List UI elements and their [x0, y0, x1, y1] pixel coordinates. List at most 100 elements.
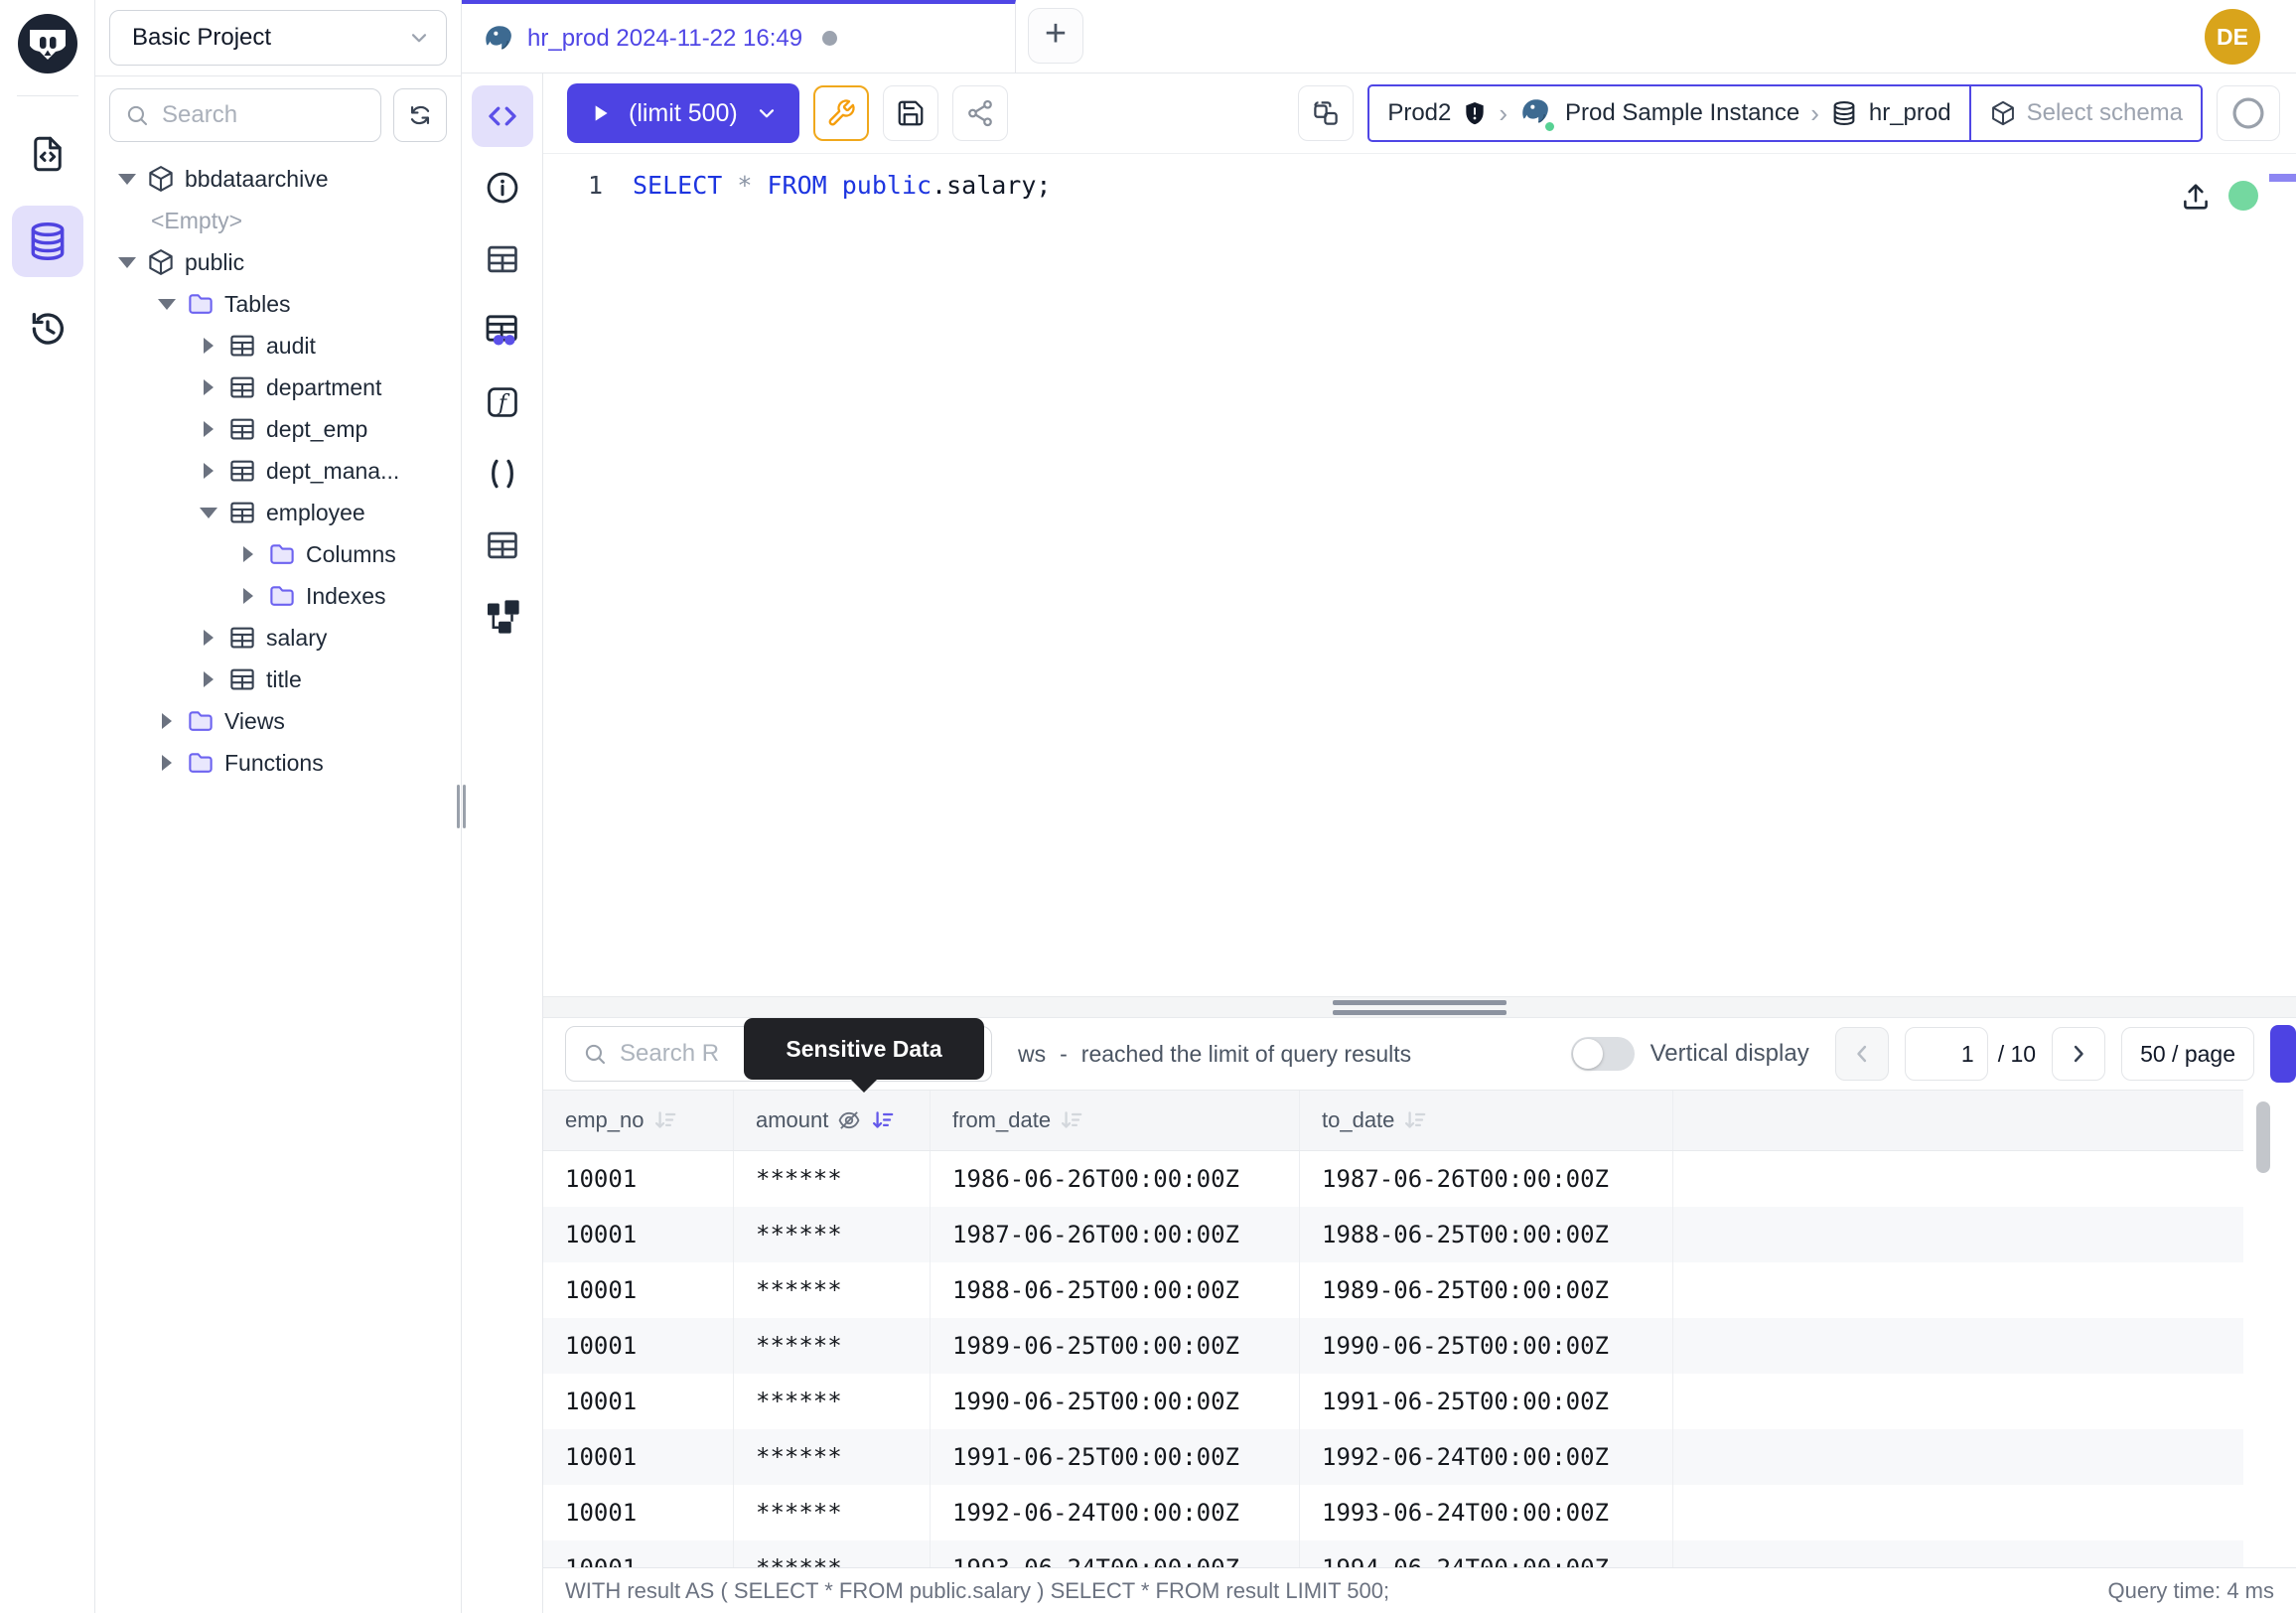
sort-icon[interactable] — [1059, 1107, 1084, 1133]
chevron-right-icon[interactable] — [199, 671, 218, 687]
line-number: 1 — [543, 164, 633, 208]
table-row[interactable]: 10001******1992-06-24T00:00:00Z1993-06-2… — [543, 1485, 2243, 1540]
save-button[interactable] — [883, 85, 938, 141]
chevron-down-icon[interactable] — [117, 257, 137, 268]
chevron-right-icon[interactable] — [199, 630, 218, 646]
status-bar: WITH result AS ( SELECT * FROM public.sa… — [543, 1567, 2296, 1613]
chevron-right-icon[interactable] — [199, 338, 218, 354]
chevron-down-icon[interactable] — [199, 508, 218, 518]
procedures-panel-icon[interactable] — [480, 451, 525, 497]
column-header-from-date[interactable]: from_date — [931, 1091, 1300, 1150]
table-row[interactable]: 10001******1986-06-26T00:00:00Z1987-06-2… — [543, 1151, 2243, 1207]
tree-item-audit[interactable]: audit — [109, 325, 447, 367]
avatar[interactable]: DE — [2205, 9, 2260, 65]
format-wrench-button[interactable] — [813, 85, 869, 141]
chevron-right-icon[interactable] — [238, 546, 258, 562]
sensitive-data-tooltip: Sensitive Data — [744, 1018, 984, 1080]
project-selector[interactable]: Basic Project — [109, 10, 447, 66]
schema-diagram-icon[interactable] — [480, 594, 525, 640]
tree-item-views[interactable]: Views — [109, 700, 447, 742]
sort-icon[interactable] — [1402, 1107, 1428, 1133]
table-row[interactable]: 10001******1989-06-25T00:00:00Z1990-06-2… — [543, 1318, 2243, 1374]
tree-item-department[interactable]: department — [109, 367, 447, 408]
tree-item-dept-manager[interactable]: dept_mana... — [109, 450, 447, 492]
schema-placeholder: Select schema — [2027, 99, 2183, 127]
functions-panel-icon[interactable] — [480, 379, 525, 425]
chevron-right-icon[interactable] — [199, 421, 218, 437]
tab-hr-prod[interactable]: hr_prod 2024-11-22 16:49 — [462, 0, 1016, 73]
connection-context[interactable]: Prod2 › Prod Sample Instance › hr_prod — [1369, 86, 1968, 140]
table-scrollbar[interactable] — [2256, 1101, 2270, 1173]
instance-label: Prod Sample Instance — [1565, 99, 1799, 127]
executed-query-text: WITH result AS ( SELECT * FROM public.sa… — [565, 1578, 1389, 1604]
ai-assistant-button[interactable] — [2217, 85, 2280, 141]
schema-selector[interactable]: Select schema — [1969, 86, 2201, 140]
results-header: Search R ws - reached the limit of query… — [543, 1018, 2296, 1090]
add-tab-button[interactable]: + — [1028, 8, 1083, 64]
eye-off-icon[interactable] — [836, 1107, 862, 1133]
table-row[interactable]: 10001******1987-06-26T00:00:00Z1988-06-2… — [543, 1207, 2243, 1262]
sort-icon[interactable] — [652, 1107, 678, 1133]
tree-item-functions[interactable]: Functions — [109, 742, 447, 784]
schema-tree: bbdataarchive <Empty> public Tables audi… — [109, 158, 447, 784]
chevron-right-icon[interactable] — [199, 379, 218, 395]
tree-item-dept-emp[interactable]: dept_emp — [109, 408, 447, 450]
table-row[interactable]: 10001******1990-06-25T00:00:00Z1991-06-2… — [543, 1374, 2243, 1429]
chevron-down-icon[interactable] — [157, 299, 177, 310]
tree-item-salary[interactable]: salary — [109, 617, 447, 659]
chevron-right-icon[interactable] — [238, 588, 258, 604]
page-size-select[interactable]: 50 / page — [2121, 1027, 2254, 1081]
run-query-button[interactable]: (limit 500) — [567, 83, 799, 143]
sort-icon[interactable] — [870, 1107, 896, 1133]
prev-page-button[interactable] — [1835, 1027, 1889, 1081]
editor-icon-strip — [462, 73, 543, 1613]
batch-query-button[interactable] — [1298, 85, 1354, 141]
tab-title: hr_prod 2024-11-22 16:49 — [527, 25, 802, 53]
sidebar-divider — [95, 75, 461, 76]
chevron-right-icon[interactable] — [157, 713, 177, 729]
results-search-placeholder: Search R — [620, 1040, 719, 1068]
next-page-button[interactable] — [2052, 1027, 2105, 1081]
tree-item-bbdataarchive[interactable]: bbdataarchive — [109, 158, 447, 200]
chevron-down-icon[interactable] — [754, 100, 780, 126]
share-button[interactable] — [952, 85, 1008, 141]
upload-icon[interactable] — [2179, 180, 2213, 214]
table-row[interactable]: 10001******1988-06-25T00:00:00Z1989-06-2… — [543, 1262, 2243, 1318]
info-icon[interactable] — [480, 165, 525, 211]
page-number-input[interactable]: 1 — [1905, 1027, 1988, 1081]
table-row[interactable]: 10001******1991-06-25T00:00:00Z1992-06-2… — [543, 1429, 2243, 1485]
database-icon[interactable] — [12, 206, 83, 277]
export-button[interactable] — [2270, 1025, 2296, 1083]
masked-data-icon[interactable] — [480, 308, 525, 354]
code-panel-toggle[interactable] — [472, 85, 533, 147]
table-panel-icon[interactable] — [480, 236, 525, 282]
tree-item-title[interactable]: title — [109, 659, 447, 700]
column-header-emp-no[interactable]: emp_no — [543, 1091, 734, 1150]
sidebar-resize-handle[interactable] — [457, 785, 466, 828]
refresh-button[interactable] — [393, 88, 447, 142]
worksheet-icon[interactable] — [12, 118, 83, 190]
shield-icon — [1462, 100, 1488, 126]
chevron-down-icon[interactable] — [117, 174, 137, 185]
external-table-icon[interactable] — [480, 522, 525, 568]
code-line[interactable]: 1 SELECT * FROM public.salary; — [543, 164, 2296, 208]
column-header-amount[interactable]: amount — [734, 1091, 931, 1150]
environment-label: Prod2 — [1387, 99, 1451, 127]
chevron-right-icon[interactable] — [157, 755, 177, 771]
tree-item-employee[interactable]: employee — [109, 492, 447, 533]
vertical-display-toggle[interactable] — [1571, 1037, 1635, 1071]
tree-item-public[interactable]: public — [109, 241, 447, 283]
overview-ruler-mark — [2269, 174, 2296, 182]
table-row[interactable]: 10001******1993-06-24T00:00:00Z1994-06-2… — [543, 1540, 2243, 1567]
panel-resize-handle[interactable] — [543, 996, 2296, 1018]
sidebar-search-input[interactable]: Search — [109, 88, 381, 142]
chevron-right-icon[interactable] — [199, 463, 218, 479]
tree-item-tables[interactable]: Tables — [109, 283, 447, 325]
unsaved-dot-icon — [822, 31, 837, 46]
column-header-to-date[interactable]: to_date — [1300, 1091, 1673, 1150]
tree-item-indexes[interactable]: Indexes — [109, 575, 447, 617]
bytebase-logo[interactable] — [16, 12, 79, 75]
tree-item-columns[interactable]: Columns — [109, 533, 447, 575]
history-icon[interactable] — [12, 293, 83, 365]
sql-editor[interactable]: 1 SELECT * FROM public.salary; — [543, 154, 2296, 996]
